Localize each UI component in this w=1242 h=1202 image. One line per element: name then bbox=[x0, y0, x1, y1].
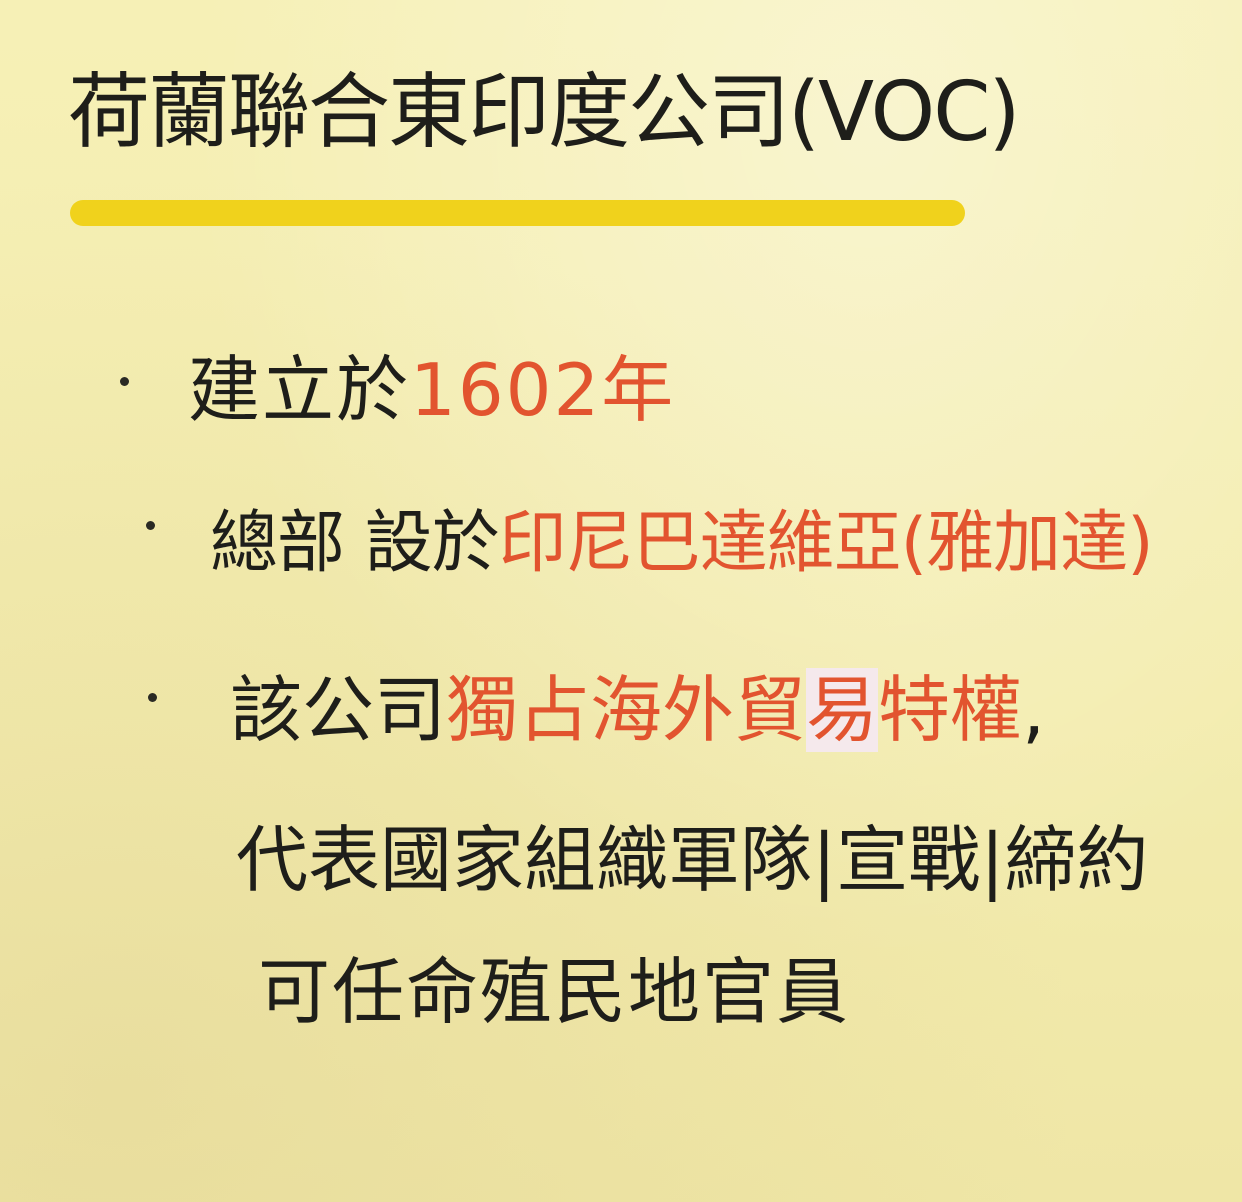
title-underline-highlight bbox=[70, 200, 965, 226]
bullet-headquarters-label: 總部 設於 bbox=[210, 504, 500, 583]
bullet-monopoly-text-a: 獨占海外貿 bbox=[446, 668, 807, 752]
bullet-monopoly-comma: , bbox=[1022, 668, 1045, 752]
bullet-monopoly-text-b: 易 bbox=[806, 668, 879, 752]
continuation-line-2: 可任命殖民地官員 bbox=[258, 950, 851, 1034]
bullet-founded: 建立於1602年 bbox=[188, 340, 675, 440]
bullet-dot-1 bbox=[120, 377, 129, 386]
bullet-founded-label: 建立於 bbox=[188, 348, 411, 432]
bullet-monopoly-text-c: 特權 bbox=[878, 668, 1023, 752]
bullet-dot-3 bbox=[148, 693, 157, 702]
bullet-monopoly-label: 該公司 bbox=[230, 668, 447, 752]
bullet-dot-2 bbox=[146, 521, 155, 530]
page-title: 荷蘭聯合東印度公司(VOC) bbox=[68, 65, 1020, 160]
continuation-line-1: 代表國家組織軍隊|宣戰|締約 bbox=[236, 818, 1149, 902]
bullet-founded-year: 1602年 bbox=[410, 348, 676, 432]
bullet-headquarters-location: 印尼巴達維亞(雅加達) bbox=[498, 504, 1154, 583]
bullet-headquarters: 總部 設於印尼巴達維亞(雅加達) bbox=[210, 494, 1154, 594]
bullet-monopoly: 該公司獨占海外貿易特權, bbox=[230, 660, 1045, 760]
